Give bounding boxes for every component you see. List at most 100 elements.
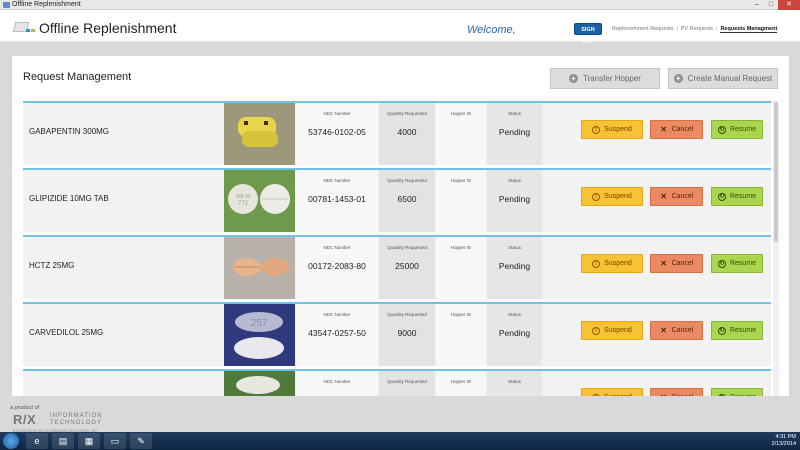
resume-label: Resume	[729, 126, 757, 133]
footer-brand: a product of R/X INFORMATION TECHNOLOGY …	[10, 405, 102, 433]
close-icon: ✕	[660, 393, 668, 396]
status-cell: Status Pending	[487, 237, 542, 299]
suspend-button[interactable]: !Suspend	[581, 321, 643, 340]
resume-button[interactable]: ↻Resume	[711, 321, 763, 340]
status-cell: Status Pending	[487, 170, 542, 232]
hopper-label: Hopper ID	[450, 111, 472, 116]
resume-label: Resume	[730, 394, 756, 396]
white-tablet-icon	[224, 371, 295, 396]
cancel-button[interactable]: ✕ Cancel	[650, 120, 703, 139]
ndc-label: NDC Number	[323, 178, 351, 183]
status-label: Status	[508, 312, 521, 317]
nav-separator: |	[676, 26, 678, 32]
status-label: Status	[508, 111, 521, 116]
quantity-label: Quantity Requested	[387, 245, 427, 250]
status-value: Pending	[498, 127, 531, 137]
close-icon: ✕	[660, 191, 667, 201]
cancel-button[interactable]: ✕ Cancel	[650, 321, 703, 340]
drug-name: CARVEDILOL 25MG	[29, 328, 104, 337]
clock-date: 2/13/2014	[771, 441, 796, 447]
nav-requests-management[interactable]: Requests Managment	[720, 26, 778, 33]
close-icon: ✕	[660, 325, 667, 335]
refresh-icon: ↻	[717, 393, 726, 396]
hopper-cell: Hopper ID	[436, 170, 486, 232]
brand-line-2: TECHNOLOGY	[50, 420, 103, 426]
peach-round-tablet-icon	[224, 237, 295, 299]
app-taskbar-icon[interactable]: ▭	[104, 433, 126, 449]
create-manual-request-button[interactable]: + Create Manual Request	[668, 68, 778, 89]
browser-icon[interactable]: e	[26, 433, 48, 449]
cancel-label: Cancel	[672, 394, 694, 396]
hopper-cell: Hopper ID	[436, 304, 486, 366]
ndc-cell: NDC Number 00781-1453-01	[296, 170, 378, 232]
transfer-hopper-button[interactable]: + Transfer Hopper	[550, 68, 660, 89]
status-value: Pending	[498, 328, 531, 338]
suspend-button[interactable]: !Suspend	[581, 254, 643, 273]
ndc-value: 00172-2083-80	[308, 261, 366, 271]
refresh-icon: ↻	[717, 125, 726, 134]
brand-line-1: INFORMATION	[50, 413, 103, 419]
resume-button[interactable]: ↻Resume	[711, 120, 763, 139]
close-icon[interactable]: ✕	[778, 0, 800, 10]
status-cell: Status	[487, 371, 542, 396]
request-row: CARVEDILOL 25MG 257 NDC Number 43547-025…	[23, 302, 771, 366]
cancel-button[interactable]: ✕ Cancel	[650, 187, 703, 206]
window-controls: – □ ✕	[750, 0, 800, 10]
nav-replenishment-requests[interactable]: Replenishment Requests	[612, 26, 673, 33]
drug-name: GABAPENTIN 300MG	[29, 127, 110, 136]
status-label: Status	[508, 245, 521, 250]
suspend-icon: !	[592, 326, 601, 335]
list-scrollbar[interactable]	[773, 101, 779, 396]
close-icon: ✕	[660, 124, 667, 134]
status-label: Status	[508, 379, 521, 384]
minimize-icon[interactable]: –	[750, 0, 764, 10]
resume-button[interactable]: ↻Resume	[711, 187, 763, 206]
explorer-icon[interactable]: ▦	[78, 433, 100, 449]
drug-name: GLIPIZIDE 10MG TAB	[29, 194, 109, 203]
sign-out-button[interactable]: SIGN OUT	[574, 23, 602, 45]
resume-button[interactable]: ↻ Resume	[711, 388, 763, 396]
app-window-icon	[3, 2, 10, 8]
product-of-text: a product of	[10, 405, 40, 411]
cancel-button[interactable]: ✕ Cancel	[650, 254, 703, 273]
paint-icon[interactable]: ✎	[130, 433, 152, 449]
quantity-label: Quantity Requested	[387, 312, 427, 317]
cancel-label: Cancel	[671, 126, 694, 133]
transfer-hopper-label: Transfer Hopper	[583, 74, 641, 83]
hopper-cell: Hopper ID	[436, 371, 486, 396]
status-label: Status	[508, 178, 521, 183]
system-clock: 4:31 PM 2/13/2014	[772, 434, 796, 448]
quantity-label: Quantity Requested	[387, 379, 427, 384]
quantity-label: Quantity Requested	[387, 111, 427, 116]
cancel-button[interactable]: ✕ Cancel	[650, 388, 703, 396]
start-button-icon[interactable]	[3, 433, 19, 449]
refresh-icon: ↻	[717, 192, 726, 201]
suspend-label: Suspend	[604, 126, 632, 133]
refresh-icon: ↻	[717, 326, 726, 335]
folder-icon[interactable]: ▤	[52, 433, 74, 449]
nav-separator: |	[716, 26, 718, 32]
status-value: Pending	[498, 261, 531, 271]
status-value: Pending	[498, 194, 531, 204]
create-manual-request-label: Create Manual Request	[687, 74, 773, 83]
suspend-label: Suspend	[604, 260, 632, 267]
resume-button[interactable]: ↻Resume	[711, 254, 763, 273]
app-logo-icon	[12, 22, 36, 34]
ndc-label: NDC Number	[323, 312, 351, 317]
hopper-label: Hopper ID	[450, 312, 472, 317]
suspend-label: Suspend	[604, 327, 632, 334]
maximize-icon[interactable]: □	[764, 0, 778, 10]
suspend-icon: !	[592, 259, 601, 268]
suspend-button[interactable]: !Suspend	[581, 187, 643, 206]
close-icon: ✕	[660, 258, 667, 268]
hopper-cell: Hopper ID	[436, 103, 486, 165]
scrollbar-thumb[interactable]	[774, 102, 778, 242]
ndc-value: 53746-0102-05	[308, 127, 366, 137]
quantity-value: 4000	[397, 127, 417, 137]
refresh-icon: ↻	[717, 259, 726, 268]
suspend-button[interactable]: !Suspend	[581, 388, 643, 396]
suspend-button[interactable]: !Suspend	[581, 120, 643, 139]
quantity-cell: Quantity Requested	[379, 371, 435, 396]
quantity-cell: Quantity Requested 4000	[379, 103, 435, 165]
nav-pv-requests[interactable]: PV Requests	[681, 26, 713, 33]
